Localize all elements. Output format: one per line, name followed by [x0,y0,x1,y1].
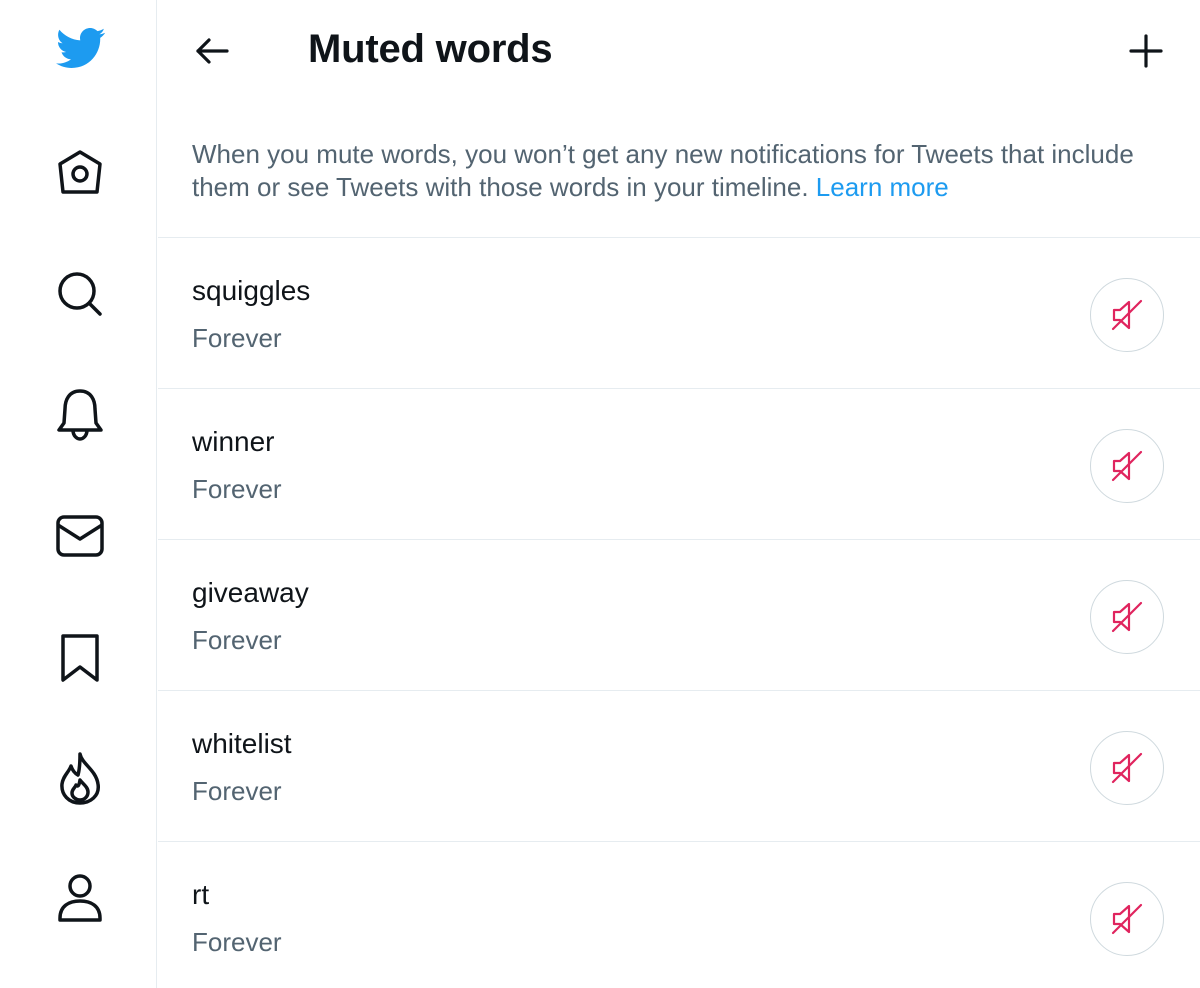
page-header: Muted words [158,0,1200,100]
mute-duration: Forever [192,776,282,806]
learn-more-link[interactable]: Learn more [816,172,949,202]
search-icon[interactable] [50,264,110,324]
muted-word-text: giveaway [192,577,309,608]
unmute-button[interactable] [1090,882,1164,956]
sidebar-nav [0,0,157,988]
mute-duration: Forever [192,323,282,353]
unmute-speaker-slash-icon [1111,450,1143,482]
back-button[interactable] [188,27,236,75]
muted-word-row[interactable]: giveaway Forever [158,540,1200,691]
unmute-speaker-slash-icon [1111,601,1143,633]
muted-words-description: When you mute words, you won’t get any n… [192,138,1152,204]
unmute-button[interactable] [1090,278,1164,352]
add-muted-word-button[interactable] [1121,26,1171,76]
unmute-speaker-slash-icon [1111,752,1143,784]
back-arrow-icon [196,38,229,64]
notifications-bell-icon[interactable] [50,384,110,444]
app-window: Muted words When you mute words, you won… [0,0,1200,988]
muted-word-text: winner [192,426,275,457]
page-title: Muted words [308,27,553,71]
muted-word-row[interactable]: winner Forever [158,389,1200,540]
unmute-button[interactable] [1090,429,1164,503]
unmute-button[interactable] [1090,731,1164,805]
mute-duration: Forever [192,927,282,957]
messages-envelope-icon[interactable] [50,506,110,566]
muted-word-text: rt [192,879,210,910]
muted-word-row[interactable]: rt Forever [158,842,1200,988]
mute-duration: Forever [192,625,282,655]
muted-word-text: squiggles [192,275,311,306]
unmute-speaker-slash-icon [1111,299,1143,331]
mute-duration: Forever [192,474,282,504]
muted-word-text: whitelist [192,728,292,759]
profile-person-icon[interactable] [50,868,110,928]
twitter-logo-icon[interactable] [50,18,110,78]
bookmark-icon[interactable] [50,628,110,688]
trending-flame-icon[interactable] [50,748,110,808]
home-icon[interactable] [50,142,110,202]
description-text: When you mute words, you won’t get any n… [192,139,1134,202]
muted-words-list: squiggles Forever winner Forever giveawa… [158,237,1200,988]
plus-icon [1129,34,1163,68]
muted-word-row[interactable]: squiggles Forever [158,238,1200,389]
main-column: Muted words When you mute words, you won… [158,0,1200,988]
muted-word-row[interactable]: whitelist Forever [158,691,1200,842]
unmute-button[interactable] [1090,580,1164,654]
unmute-speaker-slash-icon [1111,903,1143,935]
